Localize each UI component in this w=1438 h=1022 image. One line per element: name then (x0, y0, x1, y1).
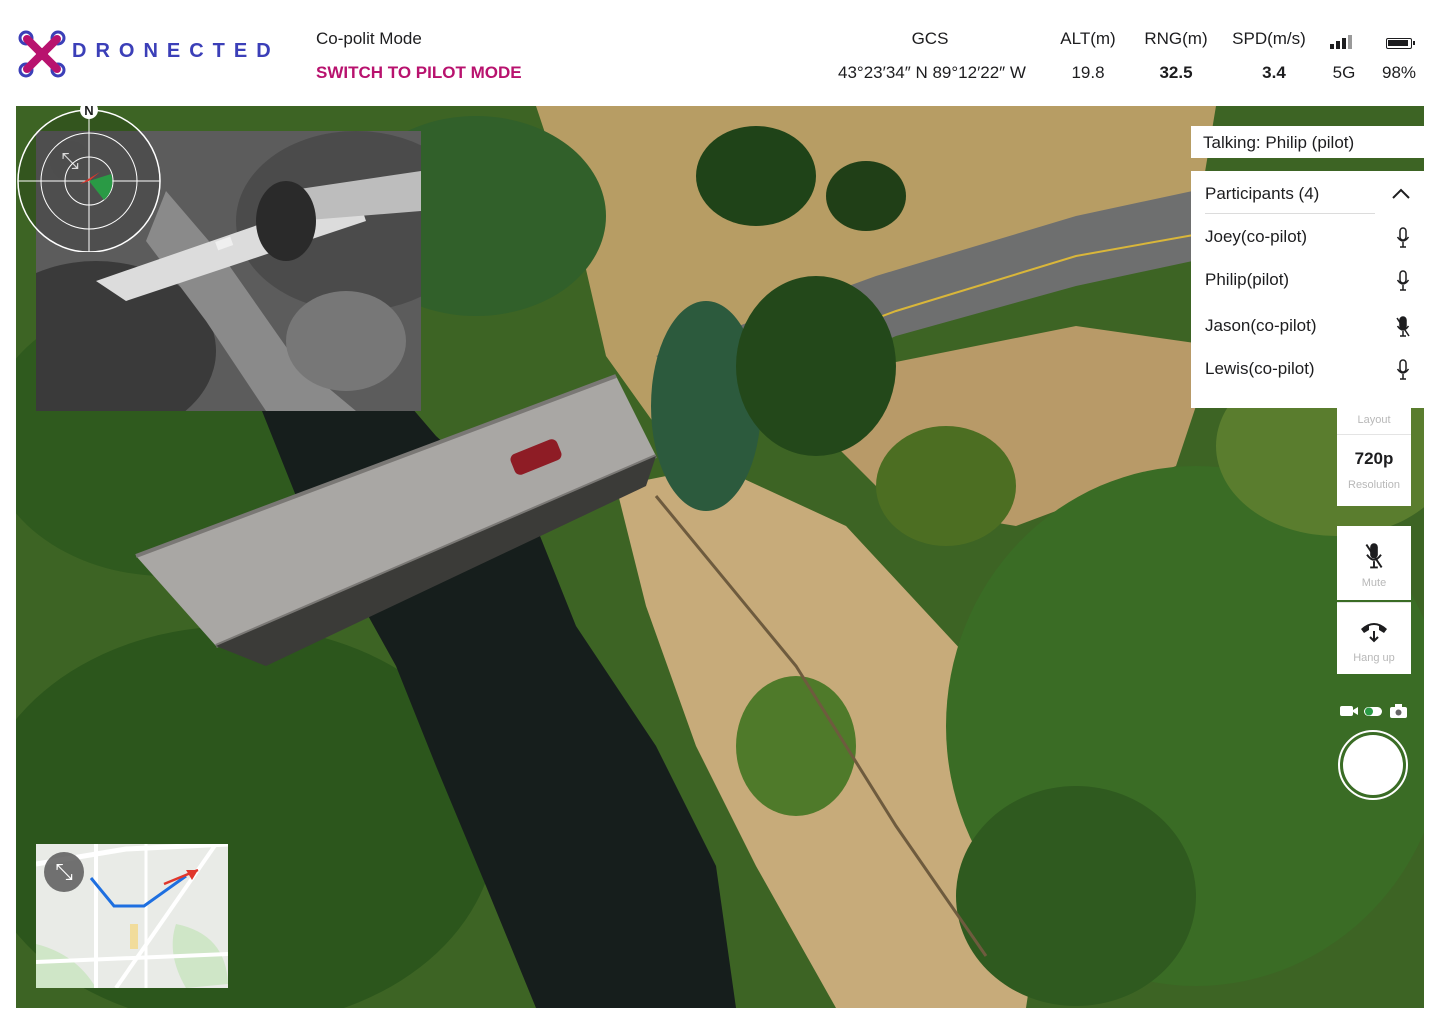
drone-logo-icon (18, 30, 66, 78)
signal-bars-icon (1330, 35, 1352, 49)
gcs-value: 43°23′34″ N 89°12′22″ W (838, 63, 1026, 82)
participant-row: Philip(pilot) (1205, 270, 1410, 292)
resolution-label: Resolution (1348, 479, 1400, 491)
divider (1337, 434, 1411, 435)
spd-label: SPD(m/s) (1232, 29, 1306, 48)
mute-label: Mute (1361, 577, 1387, 589)
participant-row: Joey(co-pilot) (1205, 227, 1410, 249)
switch-to-pilot-mode-link[interactable]: SWITCH TO PILOT MODE (316, 63, 522, 83)
video-camera-icon (1340, 706, 1358, 716)
mute-button[interactable]: Mute (1337, 526, 1411, 600)
microphone-icon[interactable] (1396, 359, 1410, 381)
capture-shutter-button[interactable] (1338, 730, 1408, 800)
dronected-logo: DRONECTED (18, 30, 278, 78)
battery-icon (1386, 38, 1415, 49)
alt-value: 19.8 (1071, 63, 1105, 82)
participants-panel: Participants (4) Joey(co-pilot) Philip(p… (1191, 171, 1424, 408)
minimap[interactable]: ⤡ (36, 844, 228, 988)
chevron-up-icon[interactable] (1390, 183, 1412, 205)
participant-name: Joey(co-pilot) (1205, 227, 1308, 246)
participant-name: Jason(co-pilot) (1205, 316, 1317, 335)
brand-name: DRONECTED (72, 40, 280, 62)
participant-name: Philip(pilot) (1205, 270, 1290, 289)
top-bar: DRONECTED Co-polit Mode SWITCH TO PILOT … (0, 0, 1438, 106)
hang-up-button[interactable]: Hang up (1337, 602, 1411, 674)
hang-up-phone-icon (1361, 623, 1387, 643)
alt-label: ALT(m) (1060, 29, 1116, 48)
talking-indicator: Talking: Philip (pilot) (1191, 126, 1424, 158)
participant-row: Jason(co-pilot) (1205, 316, 1410, 338)
compass-radar: N (17, 106, 161, 252)
microphone-muted-icon[interactable] (1396, 316, 1410, 338)
layout-resolution-control[interactable]: Layout 720p Resolution (1337, 408, 1411, 506)
mode-label: Co-polit Mode (316, 29, 422, 48)
microphone-muted-icon (1365, 543, 1383, 569)
participant-name: Lewis(co-pilot) (1205, 359, 1315, 378)
north-label: N (84, 106, 93, 118)
resolution-value[interactable]: 720p (1337, 449, 1411, 469)
participant-row: Lewis(co-pilot) (1205, 359, 1410, 381)
participants-title: Participants (4) (1205, 184, 1375, 214)
microphone-icon[interactable] (1396, 270, 1410, 292)
network-type: 5G (1332, 63, 1356, 82)
rng-value: 32.5 (1159, 63, 1193, 82)
layout-label[interactable]: Layout (1337, 414, 1411, 426)
gcs-label: GCS (911, 29, 949, 48)
video-photo-toggle[interactable] (1338, 702, 1412, 720)
photo-camera-icon (1390, 704, 1407, 718)
battery-percent: 98% (1381, 63, 1417, 82)
expand-arrows-icon: ⤡ (55, 859, 73, 884)
toggle-switch[interactable] (1364, 707, 1382, 716)
expand-map-button[interactable]: ⤡ (44, 852, 84, 892)
drone-camera-view[interactable]: ⤡ Talking: Philip (pilot) Participants (… (16, 106, 1424, 1008)
spd-value: 3.4 (1262, 63, 1286, 82)
hang-up-label: Hang up (1353, 652, 1395, 664)
rng-label: RNG(m) (1144, 29, 1208, 48)
microphone-icon[interactable] (1396, 227, 1410, 249)
